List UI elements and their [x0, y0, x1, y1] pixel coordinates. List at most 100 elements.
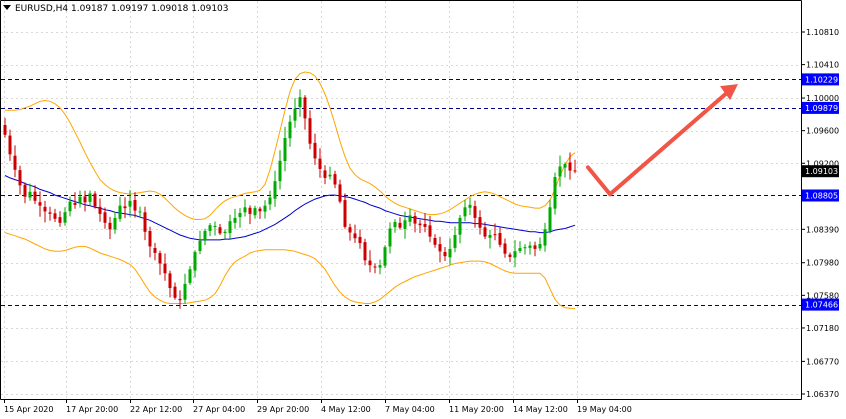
candle-body	[523, 247, 527, 249]
level-price-tag-label: 1.10229	[805, 75, 838, 84]
candle-body	[468, 204, 472, 208]
candle-body	[213, 226, 217, 227]
candle-body	[498, 233, 502, 245]
candle-body	[303, 97, 307, 119]
candle-body	[238, 213, 242, 218]
candle-body	[348, 227, 352, 233]
candle-body	[428, 225, 432, 237]
candle-body	[293, 108, 297, 121]
candle-body	[448, 248, 452, 258]
candle-body	[218, 227, 222, 234]
candle-body	[88, 193, 92, 202]
candle-body	[208, 225, 212, 231]
candle-body	[48, 212, 52, 214]
candle-body	[233, 217, 237, 223]
candle-body	[228, 221, 232, 234]
y-tick-label: 1.06370	[806, 390, 839, 399]
candle-body	[563, 164, 567, 168]
level-price-tag-label: 1.07466	[805, 301, 838, 310]
candle-body	[73, 203, 77, 205]
candle-body	[123, 206, 127, 209]
candle-body	[573, 170, 577, 172]
candle-body	[503, 243, 507, 254]
x-tick-label: 22 Apr 12:00	[130, 405, 182, 414]
level-price-tag: 1.07466	[802, 298, 839, 311]
x-tick-label: 17 Apr 20:00	[66, 405, 118, 414]
candle-body	[273, 181, 277, 199]
candle	[383, 245, 387, 268]
candle-body	[313, 142, 317, 159]
candle-body	[553, 177, 557, 209]
candle-body	[413, 216, 417, 224]
candle-body	[103, 212, 107, 223]
candle-body	[23, 184, 27, 197]
chart-header: EURUSD,H4 1.09187 1.09197 1.09018 1.0910…	[3, 4, 229, 14]
candle	[93, 191, 97, 209]
candle-body	[18, 170, 22, 186]
current-price-tag-label: 1.09103	[805, 167, 838, 176]
candle-body	[508, 254, 512, 257]
symbol-timeframe: EURUSD,H4	[15, 4, 69, 14]
y-tick-label: 1.07180	[806, 324, 839, 333]
candle-body	[223, 231, 227, 233]
candle-body	[173, 286, 177, 298]
level-price-tag: 1.08805	[802, 189, 839, 202]
candle-body	[153, 248, 157, 253]
candle-body	[473, 206, 477, 218]
candle-body	[128, 200, 132, 207]
candle-body	[418, 223, 422, 226]
trading-chart[interactable]: 1.10810 1.10410 1.10000 1.09600 1.09200 1.083…	[0, 0, 846, 419]
candle-body	[158, 253, 162, 264]
y-tick-label: 1.10000	[806, 94, 839, 103]
candle-body	[458, 217, 462, 235]
candle-body	[483, 227, 487, 237]
candle-body	[343, 200, 347, 227]
candle-body	[403, 220, 407, 229]
candle-body	[443, 252, 447, 257]
candle-body	[333, 174, 337, 185]
candle-body	[68, 201, 72, 212]
candle-body	[488, 235, 492, 238]
candle-body	[433, 238, 437, 245]
candle-body	[43, 206, 47, 212]
candle-body	[513, 251, 517, 258]
candle-body	[298, 97, 302, 107]
candle-body	[518, 248, 522, 251]
candle-body	[3, 125, 7, 135]
candle-body	[463, 207, 467, 217]
candle-body	[243, 207, 247, 213]
candle-body	[493, 234, 497, 236]
x-tick-label: 19 May 04:00	[577, 405, 632, 414]
candle-body	[53, 213, 57, 219]
candle-body	[438, 244, 442, 252]
x-tick-label: 11 May 20:00	[449, 405, 504, 414]
candle-body	[83, 196, 87, 203]
y-tick-label: 1.06770	[806, 357, 839, 366]
candle-body	[108, 222, 112, 230]
price-chart-canvas[interactable]: 1.108101.104101.100001.096001.092001.083…	[0, 0, 846, 419]
dropdown-triangle-icon[interactable]	[3, 5, 11, 10]
candle-body	[118, 205, 122, 219]
x-tick-label: 15 Apr 2020	[4, 405, 53, 414]
candle-body	[143, 212, 147, 232]
level-price-tag-label: 1.08805	[805, 192, 838, 201]
candle-body	[568, 162, 572, 171]
close-value: 1.09103	[191, 4, 229, 14]
candle-body	[133, 200, 137, 211]
candle-body	[358, 236, 362, 244]
x-tick-label: 14 May 12:00	[513, 405, 568, 414]
x-tick-label: 7 May 04:00	[385, 405, 435, 414]
high-value: 1.09197	[111, 4, 149, 14]
candle-body	[538, 244, 542, 249]
candle-body	[248, 207, 252, 214]
candle-body	[253, 208, 257, 216]
candle-body	[528, 245, 532, 248]
candle-body	[168, 273, 172, 288]
candle-body	[138, 211, 142, 213]
candle-body	[98, 206, 102, 214]
candle-body	[38, 202, 42, 206]
x-tick-label: 4 May 12:00	[321, 405, 371, 414]
candle-body	[193, 252, 197, 271]
y-tick-label: 1.09600	[806, 127, 839, 136]
x-tick-label: 27 Apr 04:00	[193, 405, 245, 414]
